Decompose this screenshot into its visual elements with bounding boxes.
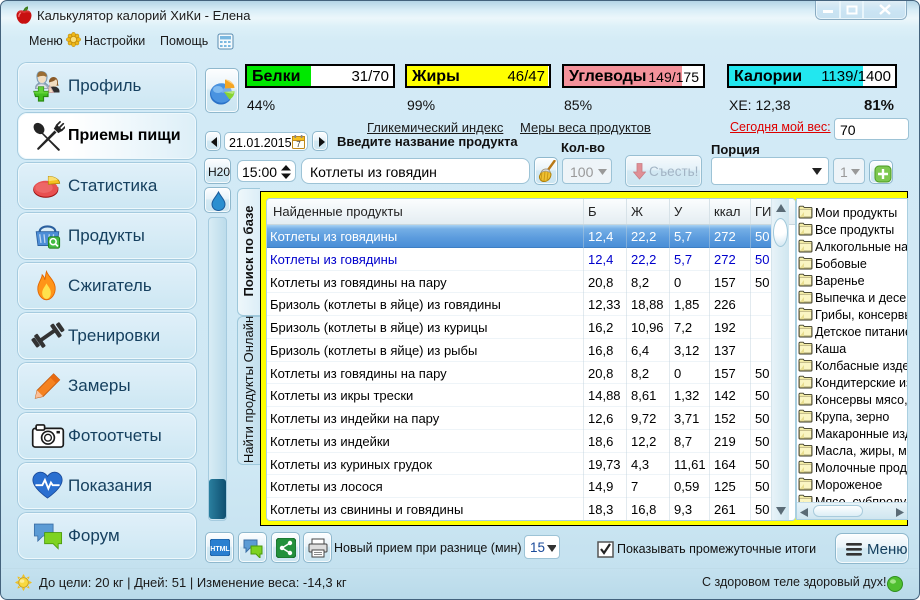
svg-text:7: 7: [296, 140, 301, 149]
svg-text:HTML: HTML: [210, 546, 230, 553]
